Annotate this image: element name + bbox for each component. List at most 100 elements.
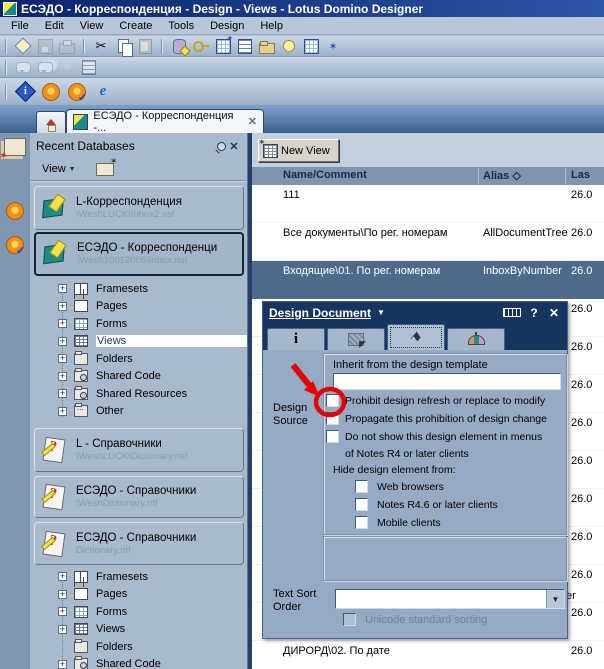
expand-icon[interactable]: + bbox=[58, 336, 67, 346]
chat-bubbles-icon[interactable] bbox=[36, 58, 54, 76]
key-icon[interactable] bbox=[192, 37, 210, 55]
prohibit-refresh-checkbox[interactable] bbox=[326, 394, 339, 407]
expand-icon[interactable]: + bbox=[58, 284, 67, 294]
pin-icon[interactable] bbox=[215, 140, 227, 152]
tab-advanced[interactable] bbox=[447, 328, 505, 350]
grid-plus-icon[interactable] bbox=[214, 33, 233, 55]
tree-item-framesets[interactable]: + Framesets bbox=[30, 280, 247, 298]
dialog-close-icon[interactable]: ✕ bbox=[547, 306, 561, 320]
table-row[interactable]: Все документы\По рег. номерам AllDocument… bbox=[252, 223, 604, 261]
folder-open-icon[interactable] bbox=[258, 37, 276, 55]
list-icon[interactable] bbox=[236, 37, 254, 55]
tree-item-pages[interactable]: + Pages bbox=[30, 586, 247, 604]
column-last-modified[interactable]: Las bbox=[571, 169, 590, 181]
menu-tools[interactable]: Tools bbox=[160, 18, 202, 34]
chevron-down-icon[interactable]: ▼ bbox=[377, 308, 385, 317]
tree-item-folders[interactable]: Folders bbox=[30, 638, 247, 656]
print-icon[interactable] bbox=[58, 37, 76, 55]
tree-item-shared-resources[interactable]: + Shared Resources bbox=[30, 385, 247, 403]
table-header[interactable]: Name/Comment Alias ◇ Las bbox=[252, 167, 604, 185]
expand-icon[interactable]: + bbox=[58, 572, 67, 582]
inherit-template-input[interactable] bbox=[333, 373, 561, 390]
more-bookmarks-icon[interactable] bbox=[3, 233, 27, 257]
tab-design-selected[interactable]: ⚑ bbox=[387, 324, 445, 350]
new-folder-icon[interactable] bbox=[95, 156, 118, 176]
tree-item-shared-code[interactable]: + Shared Code bbox=[30, 656, 247, 669]
expand-icon[interactable]: + bbox=[58, 406, 67, 416]
tab-close-icon[interactable]: ✕ bbox=[248, 115, 257, 128]
column-name-comment[interactable]: Name/Comment bbox=[283, 169, 367, 181]
menu-view[interactable]: View bbox=[72, 18, 112, 34]
propagate-prohibition-checkbox[interactable] bbox=[326, 412, 339, 425]
expand-icon[interactable]: + bbox=[58, 607, 67, 617]
chevron-down-icon[interactable]: ▼ bbox=[546, 590, 564, 608]
database-item[interactable]: ? L - Справочники \West\LUCK\Dictionary.… bbox=[34, 428, 244, 472]
list-page-icon[interactable] bbox=[80, 58, 98, 76]
menu-help[interactable]: Help bbox=[252, 18, 291, 34]
info-diamond-icon[interactable]: i bbox=[14, 80, 36, 103]
database-item[interactable]: ? ЕСЭДО - Справочники Dictionary.ntf bbox=[34, 522, 244, 565]
column-alias[interactable]: Alias ◇ bbox=[483, 169, 521, 182]
table-row[interactable]: 111 26.0 bbox=[252, 185, 604, 223]
star-new-icon[interactable]: ✶ bbox=[324, 37, 342, 55]
expand-icon[interactable]: + bbox=[58, 301, 67, 311]
tree-item-other[interactable]: +Other bbox=[30, 403, 247, 421]
lightbulb-icon[interactable] bbox=[280, 37, 298, 55]
expand-icon[interactable]: + bbox=[58, 624, 67, 634]
orange-donut-check-icon[interactable] bbox=[66, 82, 88, 104]
expand-icon[interactable]: + bbox=[58, 589, 67, 599]
tree-item-forms[interactable]: + Forms bbox=[30, 315, 247, 333]
hide-notes-r46-checkbox[interactable] bbox=[355, 498, 368, 511]
database-item-selected[interactable]: ЕСЭДО - Корреспонденци \West\10012005\In… bbox=[34, 232, 244, 276]
new-view-button[interactable]: New View bbox=[258, 137, 339, 162]
do-not-show-checkbox[interactable] bbox=[326, 430, 339, 443]
panel-close-icon[interactable]: ✕ bbox=[227, 140, 241, 153]
sparkle-icon[interactable]: ✳ bbox=[58, 58, 76, 76]
databases-bookmark-icon[interactable] bbox=[3, 199, 27, 223]
menu-design[interactable]: Design bbox=[202, 18, 252, 34]
tree-item-views-selected[interactable]: + Views bbox=[30, 333, 247, 351]
expand-icon[interactable]: + bbox=[58, 659, 67, 669]
home-tab[interactable] bbox=[36, 111, 66, 133]
database-icon[interactable] bbox=[170, 37, 191, 57]
tree-item-framesets[interactable]: + Framesets bbox=[30, 568, 247, 586]
tree-item-pages[interactable]: + Pages bbox=[30, 298, 247, 316]
expand-icon[interactable]: + bbox=[58, 371, 67, 381]
cut-icon[interactable]: ✂ bbox=[92, 37, 110, 55]
table-row[interactable]: ДИРОРД\02. По дате 26.0 bbox=[252, 641, 604, 669]
tree-item-forms[interactable]: + Forms bbox=[30, 603, 247, 621]
toolbar-separator bbox=[5, 84, 7, 99]
hide-web-browsers-checkbox[interactable] bbox=[355, 480, 368, 493]
favorite-bookmarks-icon[interactable] bbox=[0, 135, 27, 162]
hide-mobile-clients-checkbox[interactable] bbox=[355, 516, 368, 529]
tree-item-views[interactable]: + Views bbox=[30, 621, 247, 639]
help-icon[interactable]: ? bbox=[527, 306, 541, 320]
paste-icon[interactable] bbox=[136, 37, 154, 55]
active-task-tab[interactable]: ЕСЭДО - Корреспонденция -... ✕ bbox=[66, 109, 264, 134]
grid-icon[interactable] bbox=[302, 37, 320, 55]
dialog-title-bar[interactable]: Design Document ▼ ? ✕ bbox=[263, 302, 567, 323]
text-sort-order-combobox[interactable]: ▼ bbox=[335, 589, 565, 609]
orange-donut-icon[interactable] bbox=[40, 82, 62, 101]
chat-bubble-icon[interactable] bbox=[14, 58, 32, 76]
expand-icon[interactable]: + bbox=[58, 354, 67, 364]
database-item[interactable]: L-Корреспонденция \West\LUCK\Inbox2.nsf bbox=[34, 186, 244, 230]
tab-info[interactable]: i bbox=[267, 328, 325, 350]
expand-icon[interactable]: + bbox=[58, 319, 67, 329]
menu-edit[interactable]: Edit bbox=[37, 18, 72, 34]
text-sort-order-label: Text Sort Order bbox=[273, 588, 317, 613]
expand-icon[interactable]: + bbox=[58, 389, 67, 399]
menu-create[interactable]: Create bbox=[111, 18, 160, 34]
internet-explorer-icon[interactable]: e bbox=[92, 83, 114, 101]
view-dropdown-button[interactable]: View ▼ bbox=[36, 161, 82, 177]
save-icon[interactable] bbox=[36, 37, 54, 55]
ruler-icon[interactable] bbox=[503, 308, 521, 317]
copy-icon[interactable] bbox=[114, 37, 133, 57]
table-row-selected[interactable]: Входящие\01. По рег. номерам InboxByNumbe… bbox=[252, 261, 604, 299]
menu-file[interactable]: File bbox=[3, 18, 37, 34]
tab-launch[interactable] bbox=[327, 328, 385, 350]
tree-item-folders[interactable]: + Folders bbox=[30, 350, 247, 368]
open-icon[interactable] bbox=[14, 37, 32, 55]
tree-item-shared-code[interactable]: + Shared Code bbox=[30, 368, 247, 386]
database-item[interactable]: ? ЕСЭДО - Справочники \West\Dictionary.n… bbox=[34, 476, 244, 518]
